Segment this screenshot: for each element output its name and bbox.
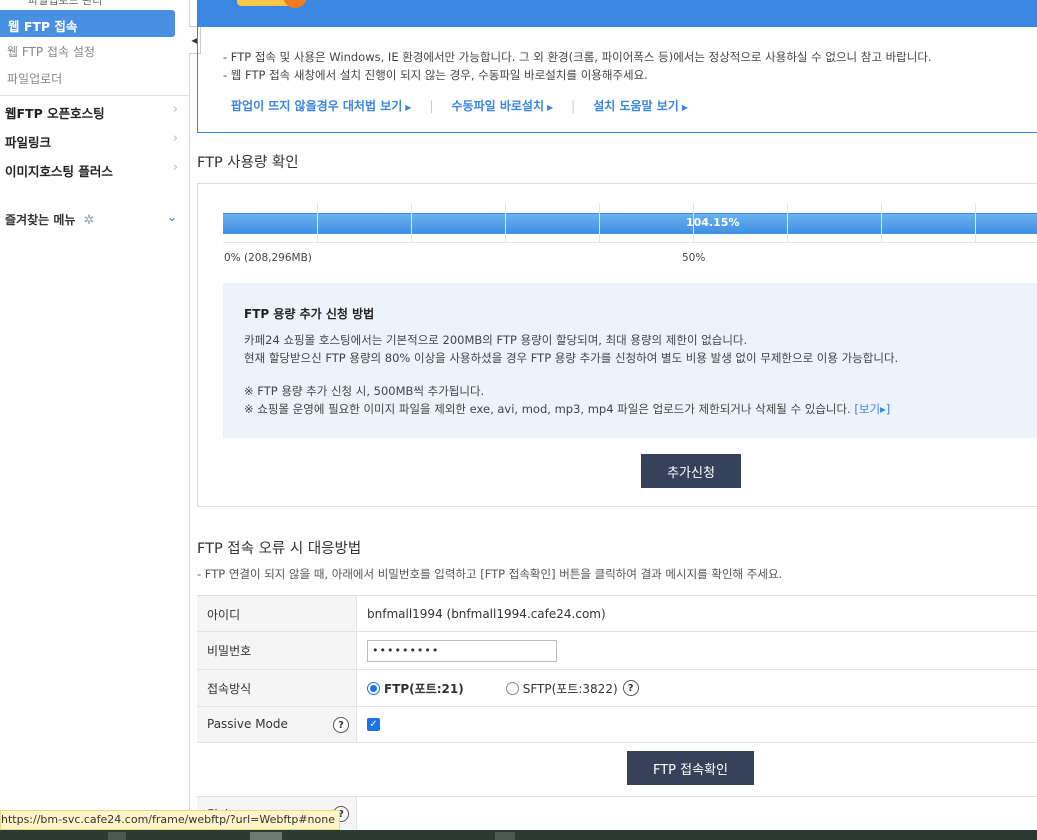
- sidebar-divider: [0, 95, 189, 96]
- taskbar-app-icon[interactable]: [495, 832, 515, 840]
- id-label: 아이디: [197, 596, 357, 631]
- favorites-label: 즐겨찾는 메뉴: [5, 213, 76, 227]
- web-ftp-banner: [197, 0, 1037, 27]
- sidebar-menu-label: 이미지호스팅 플러스: [5, 164, 113, 179]
- gauge-label-start: 0% (208,296MB): [224, 252, 312, 264]
- link-separator: |: [429, 98, 434, 113]
- usage-gauge: 104.15%: [223, 203, 1037, 243]
- usage-percent-label: 104.15%: [686, 216, 740, 229]
- chevron-right-icon: ›: [172, 102, 178, 117]
- main-content: - FTP 접속 및 사용은 Windows, IE 환경에서만 가능합니다. …: [197, 0, 1037, 840]
- notice-line-2: - 웹 FTP 접속 새창에서 설치 진행이 되지 않는 경우, 수동파일 바로…: [223, 68, 648, 82]
- ftp-radio-option[interactable]: FTP(포트:21): [367, 680, 464, 697]
- passive-label-cell: Passive Mode ?: [197, 707, 357, 742]
- install-guide-link[interactable]: 설치 도움말 보기 ▶: [593, 97, 688, 114]
- taskbar-app-icon[interactable]: [108, 832, 126, 840]
- link-separator: |: [571, 98, 576, 113]
- chevron-right-icon: ›: [172, 131, 178, 146]
- password-label: 비밀번호: [197, 632, 357, 669]
- error-section-description: - FTP 연결이 되지 않을 때, 아래에서 비밀번호를 입력하고 [FTP …: [197, 567, 783, 581]
- gauge-tick: [599, 203, 600, 243]
- sidebar-menu-image-hosting-plus[interactable]: 이미지호스팅 플러스 ›: [5, 160, 180, 180]
- sidebar-item-web-ftp[interactable]: 웹 FTP 접속: [0, 10, 175, 37]
- sftp-radio-option[interactable]: SFTP(포트:3822) ?: [505, 680, 639, 697]
- capacity-info-line-1: 카페24 쇼핑몰 호스팅에서는 기본적으로 200MB의 FTP 용량이 할당되…: [244, 333, 748, 347]
- capacity-info-line-2: 현재 할당받으신 FTP 용량의 80% 이상을 사용하셨을 경우 FTP 용량…: [244, 351, 899, 365]
- sftp-radio[interactable]: [505, 681, 519, 695]
- gauge-tick: [317, 203, 318, 243]
- gauge-tick: [787, 203, 788, 243]
- add-capacity-button[interactable]: 추가신청: [641, 454, 741, 488]
- capacity-info-title: FTP 용량 추가 신청 방법: [244, 307, 375, 321]
- sidebar-menu-label: 웹FTP 오픈호스팅: [5, 106, 105, 121]
- gauge-label-mid: 50%: [682, 252, 706, 264]
- method-label: 접속방식: [197, 670, 357, 706]
- triangle-right-icon: ▶: [681, 103, 688, 112]
- sidebar-menu-open-hosting[interactable]: 웹FTP 오픈호스팅 ›: [5, 102, 180, 122]
- method-cell: FTP(포트:21) SFTP(포트:3822) ?: [367, 670, 639, 706]
- ftp-connection-check-button[interactable]: FTP 접속확인: [627, 751, 754, 785]
- chevron-down-icon[interactable]: ⌄: [167, 210, 177, 224]
- banner-arrow-icon: [283, 0, 307, 8]
- notice-box: - FTP 접속 및 사용은 Windows, IE 환경에서만 가능합니다. …: [197, 27, 1037, 133]
- help-icon[interactable]: ?: [622, 680, 639, 696]
- sftp-radio-label: SFTP(포트:3822): [522, 681, 618, 696]
- passive-mode-label: Passive Mode: [207, 717, 288, 731]
- usage-section-title: FTP 사용량 확인: [197, 155, 299, 171]
- sidebar-menu-label: 파일링크: [5, 135, 52, 150]
- password-input[interactable]: •••••••••: [367, 639, 557, 662]
- id-value: bnfmall1994 (bnfmall1994.cafe24.com): [367, 606, 606, 621]
- form-row-passive: Passive Mode ? ✓: [197, 707, 1037, 743]
- passive-mode-checkbox[interactable]: ✓: [367, 718, 380, 731]
- form-row-id: 아이디 bnfmall1994 (bnfmall1994.cafe24.com): [197, 596, 1037, 632]
- status-bar-url: https://bm-svc.cafe24.com/frame/webftp/?…: [0, 810, 340, 830]
- sidebar-subitem-web-ftp-settings[interactable]: 웹 FTP 접속 설정: [7, 43, 95, 60]
- usage-gauge-fill: [223, 213, 1037, 234]
- sidebar-item-cut[interactable]: 파일업로드 관리: [28, 0, 102, 8]
- triangle-right-icon: ▶: [405, 103, 412, 112]
- usage-box: 104.15% 0% (208,296MB) 50% FTP 용량 추가 신청 …: [197, 183, 1037, 507]
- ftp-radio-label: FTP(포트:21): [384, 681, 464, 696]
- manual-install-link[interactable]: 수동파일 바로설치 ▶: [451, 97, 553, 114]
- taskbar: [0, 830, 1037, 840]
- gauge-tick: [975, 203, 976, 243]
- favorites-menu[interactable]: 즐겨찾는 메뉴 ✲ ⌄: [5, 210, 180, 228]
- passive-cell: ✓: [367, 707, 380, 742]
- capacity-info-note-1: ※ FTP 용량 추가 신청 시, 500MB씩 추가됩니다.: [244, 384, 485, 398]
- sidebar-menu-file-link[interactable]: 파일링크 ›: [5, 131, 180, 151]
- gauge-tick: [881, 203, 882, 243]
- ftp-check-form: 아이디 bnfmall1994 (bnfmall1994.cafe24.com)…: [197, 595, 1037, 743]
- gauge-baseline: [223, 242, 1037, 243]
- form-row-method: 접속방식 FTP(포트:21) SFTP(포트:3822) ?: [197, 670, 1037, 707]
- sidebar-subitem-file-uploader[interactable]: 파일업로더: [7, 70, 62, 87]
- ftp-radio[interactable]: [367, 681, 380, 695]
- gauge-tick: [505, 203, 506, 243]
- gauge-tick: [411, 203, 412, 243]
- taskbar-app-icon[interactable]: [250, 832, 282, 840]
- chevron-right-icon: ›: [172, 160, 178, 175]
- form-row-password: 비밀번호 •••••••••: [197, 632, 1037, 670]
- triangle-right-icon: ▶: [546, 103, 554, 112]
- help-icon[interactable]: ?: [333, 717, 349, 733]
- popup-help-link[interactable]: 팝업이 뜨지 않을경우 대처법 보기 ▶: [231, 97, 411, 114]
- sidebar: 파일업로드 관리 웹 FTP 접속 웹 FTP 접속 설정 파일업로더 웹FTP…: [0, 0, 190, 840]
- error-section-title: FTP 접속 오류 시 대응방법: [197, 541, 362, 557]
- capacity-info-box: FTP 용량 추가 신청 방법 카페24 쇼핑몰 호스팅에서는 기본적으로 20…: [223, 283, 1037, 438]
- view-restricted-files-link[interactable]: [보기▸]: [854, 402, 890, 416]
- capacity-info-note-2: ※ 쇼핑몰 운영에 필요한 이미지 파일을 제외한 exe, avi, mod,…: [244, 402, 891, 416]
- gear-icon[interactable]: ✲: [84, 213, 95, 228]
- password-cell: •••••••••: [367, 632, 557, 669]
- notice-line-1: - FTP 접속 및 사용은 Windows, IE 환경에서만 가능합니다. …: [223, 50, 932, 64]
- notice-links: 팝업이 뜨지 않을경우 대처법 보기 ▶ | 수동파일 바로설치 ▶ | 설치 도움…: [231, 97, 688, 114]
